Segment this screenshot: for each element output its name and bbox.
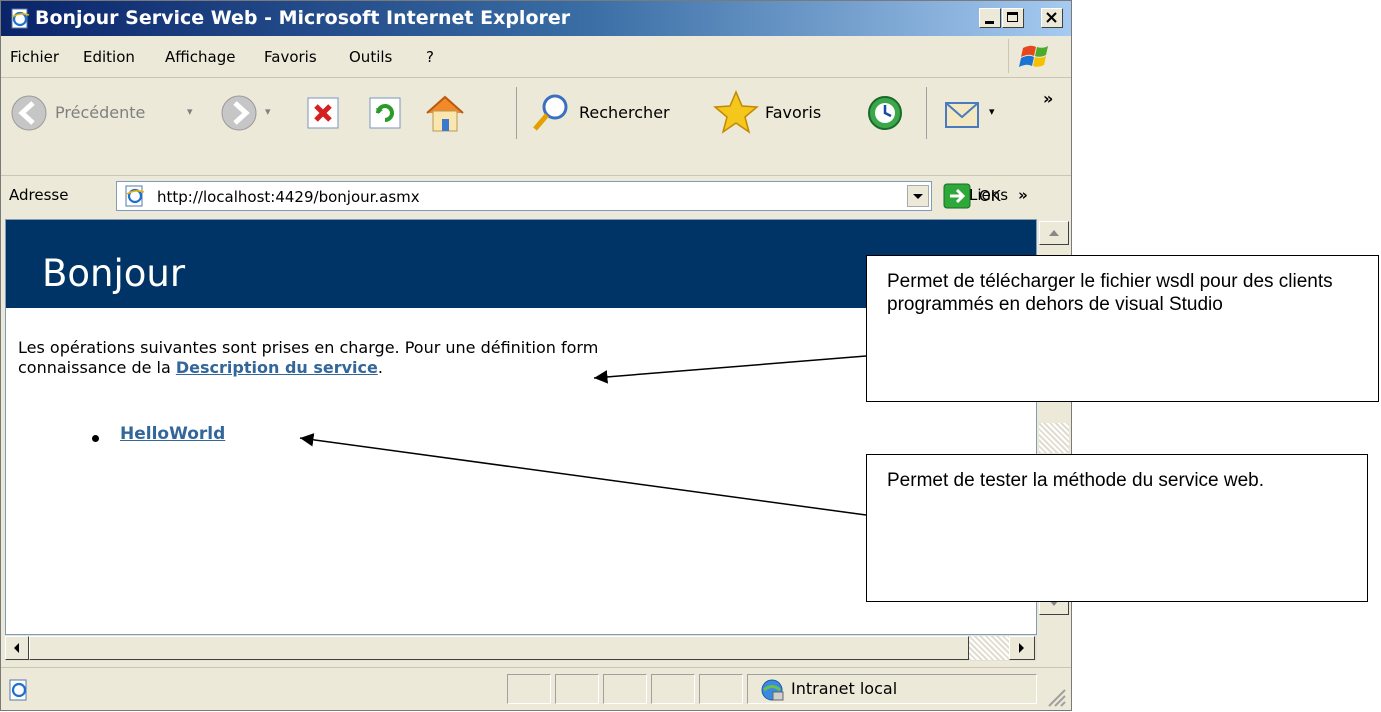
mail-button[interactable]: ▾	[941, 91, 1011, 135]
menu-edition[interactable]: Edition	[83, 48, 135, 66]
menu-affichage[interactable]: Affichage	[165, 48, 235, 66]
standard-toolbar: Précédente ▾ ▾ Rechercher Favoris ▾ »	[1, 79, 1071, 176]
home-icon	[426, 95, 464, 132]
minimize-button[interactable]	[979, 8, 1001, 28]
resize-grip-icon[interactable]	[1045, 686, 1067, 708]
scroll-up-button[interactable]	[1039, 221, 1069, 245]
toolbar-chevron-icon[interactable]: »	[1043, 89, 1053, 108]
status-pane-1	[507, 674, 551, 704]
status-pane-3	[603, 674, 647, 704]
address-label: Adresse	[9, 186, 69, 204]
favorites-star-icon	[713, 90, 759, 134]
address-field[interactable]: http://localhost:4429/bonjour.asmx	[116, 181, 932, 211]
minimize-icon	[985, 21, 994, 24]
ie-page-icon	[125, 185, 145, 207]
back-dropdown-icon: ▾	[187, 105, 193, 118]
status-pane-5	[699, 674, 743, 704]
back-label: Précédente	[55, 103, 146, 122]
scroll-track[interactable]	[1039, 423, 1069, 453]
callout-test-method: Permet de tester la méthode du service w…	[866, 454, 1368, 602]
title-bar[interactable]: Bonjour Service Web - Microsoft Internet…	[1, 1, 1071, 36]
scroll-left-button[interactable]	[5, 636, 29, 660]
windows-flag-icon	[1019, 45, 1048, 67]
refresh-icon	[369, 97, 401, 129]
go-arrow-icon	[943, 183, 971, 209]
status-bar: Intranet local	[1, 667, 1071, 712]
address-dropdown-button[interactable]	[907, 185, 929, 207]
stop-button[interactable]	[301, 91, 345, 135]
search-magnifier-icon	[533, 94, 568, 131]
menu-help[interactable]: ?	[426, 48, 434, 66]
scroll-thumb[interactable]	[29, 636, 969, 660]
address-bar: Adresse http://localhost:4429/bonjour.as…	[1, 177, 1071, 217]
stop-icon	[307, 97, 339, 129]
back-button[interactable]: Précédente ▾	[9, 91, 209, 135]
intro-line-2-suffix: .	[377, 358, 383, 377]
callout-test-text: Permet de tester la méthode du service w…	[887, 470, 1265, 491]
back-arrow-icon	[11, 95, 47, 131]
history-button[interactable]	[863, 91, 911, 135]
history-icon	[868, 96, 902, 130]
chevron-up-icon	[1049, 230, 1059, 236]
list-bullet	[92, 435, 99, 442]
callout-wsdl-text: Permet de télécharger le fichier wsdl po…	[887, 271, 1333, 315]
operation-link-helloworld[interactable]: HelloWorld	[120, 424, 225, 444]
close-button[interactable]	[1041, 8, 1063, 28]
toolbar-separator	[516, 87, 517, 139]
forward-arrow-icon	[221, 95, 257, 131]
chevron-left-icon	[14, 643, 19, 653]
menu-bar: Fichier Edition Affichage Favoris Outils…	[1, 37, 1071, 78]
links-label: Liens	[969, 186, 1009, 204]
status-pane-4	[651, 674, 695, 704]
search-label: Rechercher	[579, 103, 670, 122]
chevron-right-icon	[1019, 643, 1024, 653]
menu-fichier[interactable]: Fichier	[10, 48, 59, 66]
ie-page-icon	[11, 8, 30, 29]
intranet-globe-icon	[761, 679, 784, 701]
toolbar-separator-2	[926, 87, 927, 139]
links-bar[interactable]: Liens »	[969, 186, 1028, 204]
intro-line-2-prefix: connaissance de la	[18, 358, 176, 377]
menu-outils[interactable]: Outils	[349, 48, 392, 66]
favorites-label: Favoris	[765, 103, 822, 122]
forward-button[interactable]: ▾	[219, 91, 279, 135]
scroll-track-h[interactable]	[969, 636, 1013, 660]
links-chevron-icon: »	[1018, 186, 1028, 204]
forward-dropdown-icon: ▾	[265, 105, 271, 118]
search-button[interactable]: Rechercher	[529, 91, 699, 135]
address-url: http://localhost:4429/bonjour.asmx	[157, 188, 420, 206]
window-title: Bonjour Service Web - Microsoft Internet…	[35, 7, 571, 29]
chevron-down-icon	[913, 194, 923, 199]
windows-logo	[1008, 39, 1061, 73]
home-button[interactable]	[421, 91, 473, 135]
scroll-right-button[interactable]	[1009, 636, 1035, 660]
maximize-icon	[1007, 12, 1018, 22]
horizontal-scrollbar[interactable]	[5, 635, 1037, 661]
close-icon	[1046, 12, 1057, 23]
callout-wsdl: Permet de télécharger le fichier wsdl po…	[866, 255, 1379, 402]
menu-favoris[interactable]: Favoris	[264, 48, 317, 66]
intro-line-1: Les opérations suivantes sont prises en …	[18, 338, 599, 357]
status-pane-2	[555, 674, 599, 704]
mail-icon	[945, 102, 979, 128]
service-description-link[interactable]: Description du service	[176, 358, 378, 377]
ie-page-icon	[9, 679, 27, 701]
maximize-button[interactable]	[1002, 8, 1024, 28]
security-zone-label: Intranet local	[791, 679, 898, 698]
refresh-button[interactable]	[363, 91, 407, 135]
mail-dropdown-icon: ▾	[989, 105, 995, 118]
favorites-button[interactable]: Favoris	[713, 90, 845, 135]
page-title: Bonjour	[42, 252, 186, 295]
